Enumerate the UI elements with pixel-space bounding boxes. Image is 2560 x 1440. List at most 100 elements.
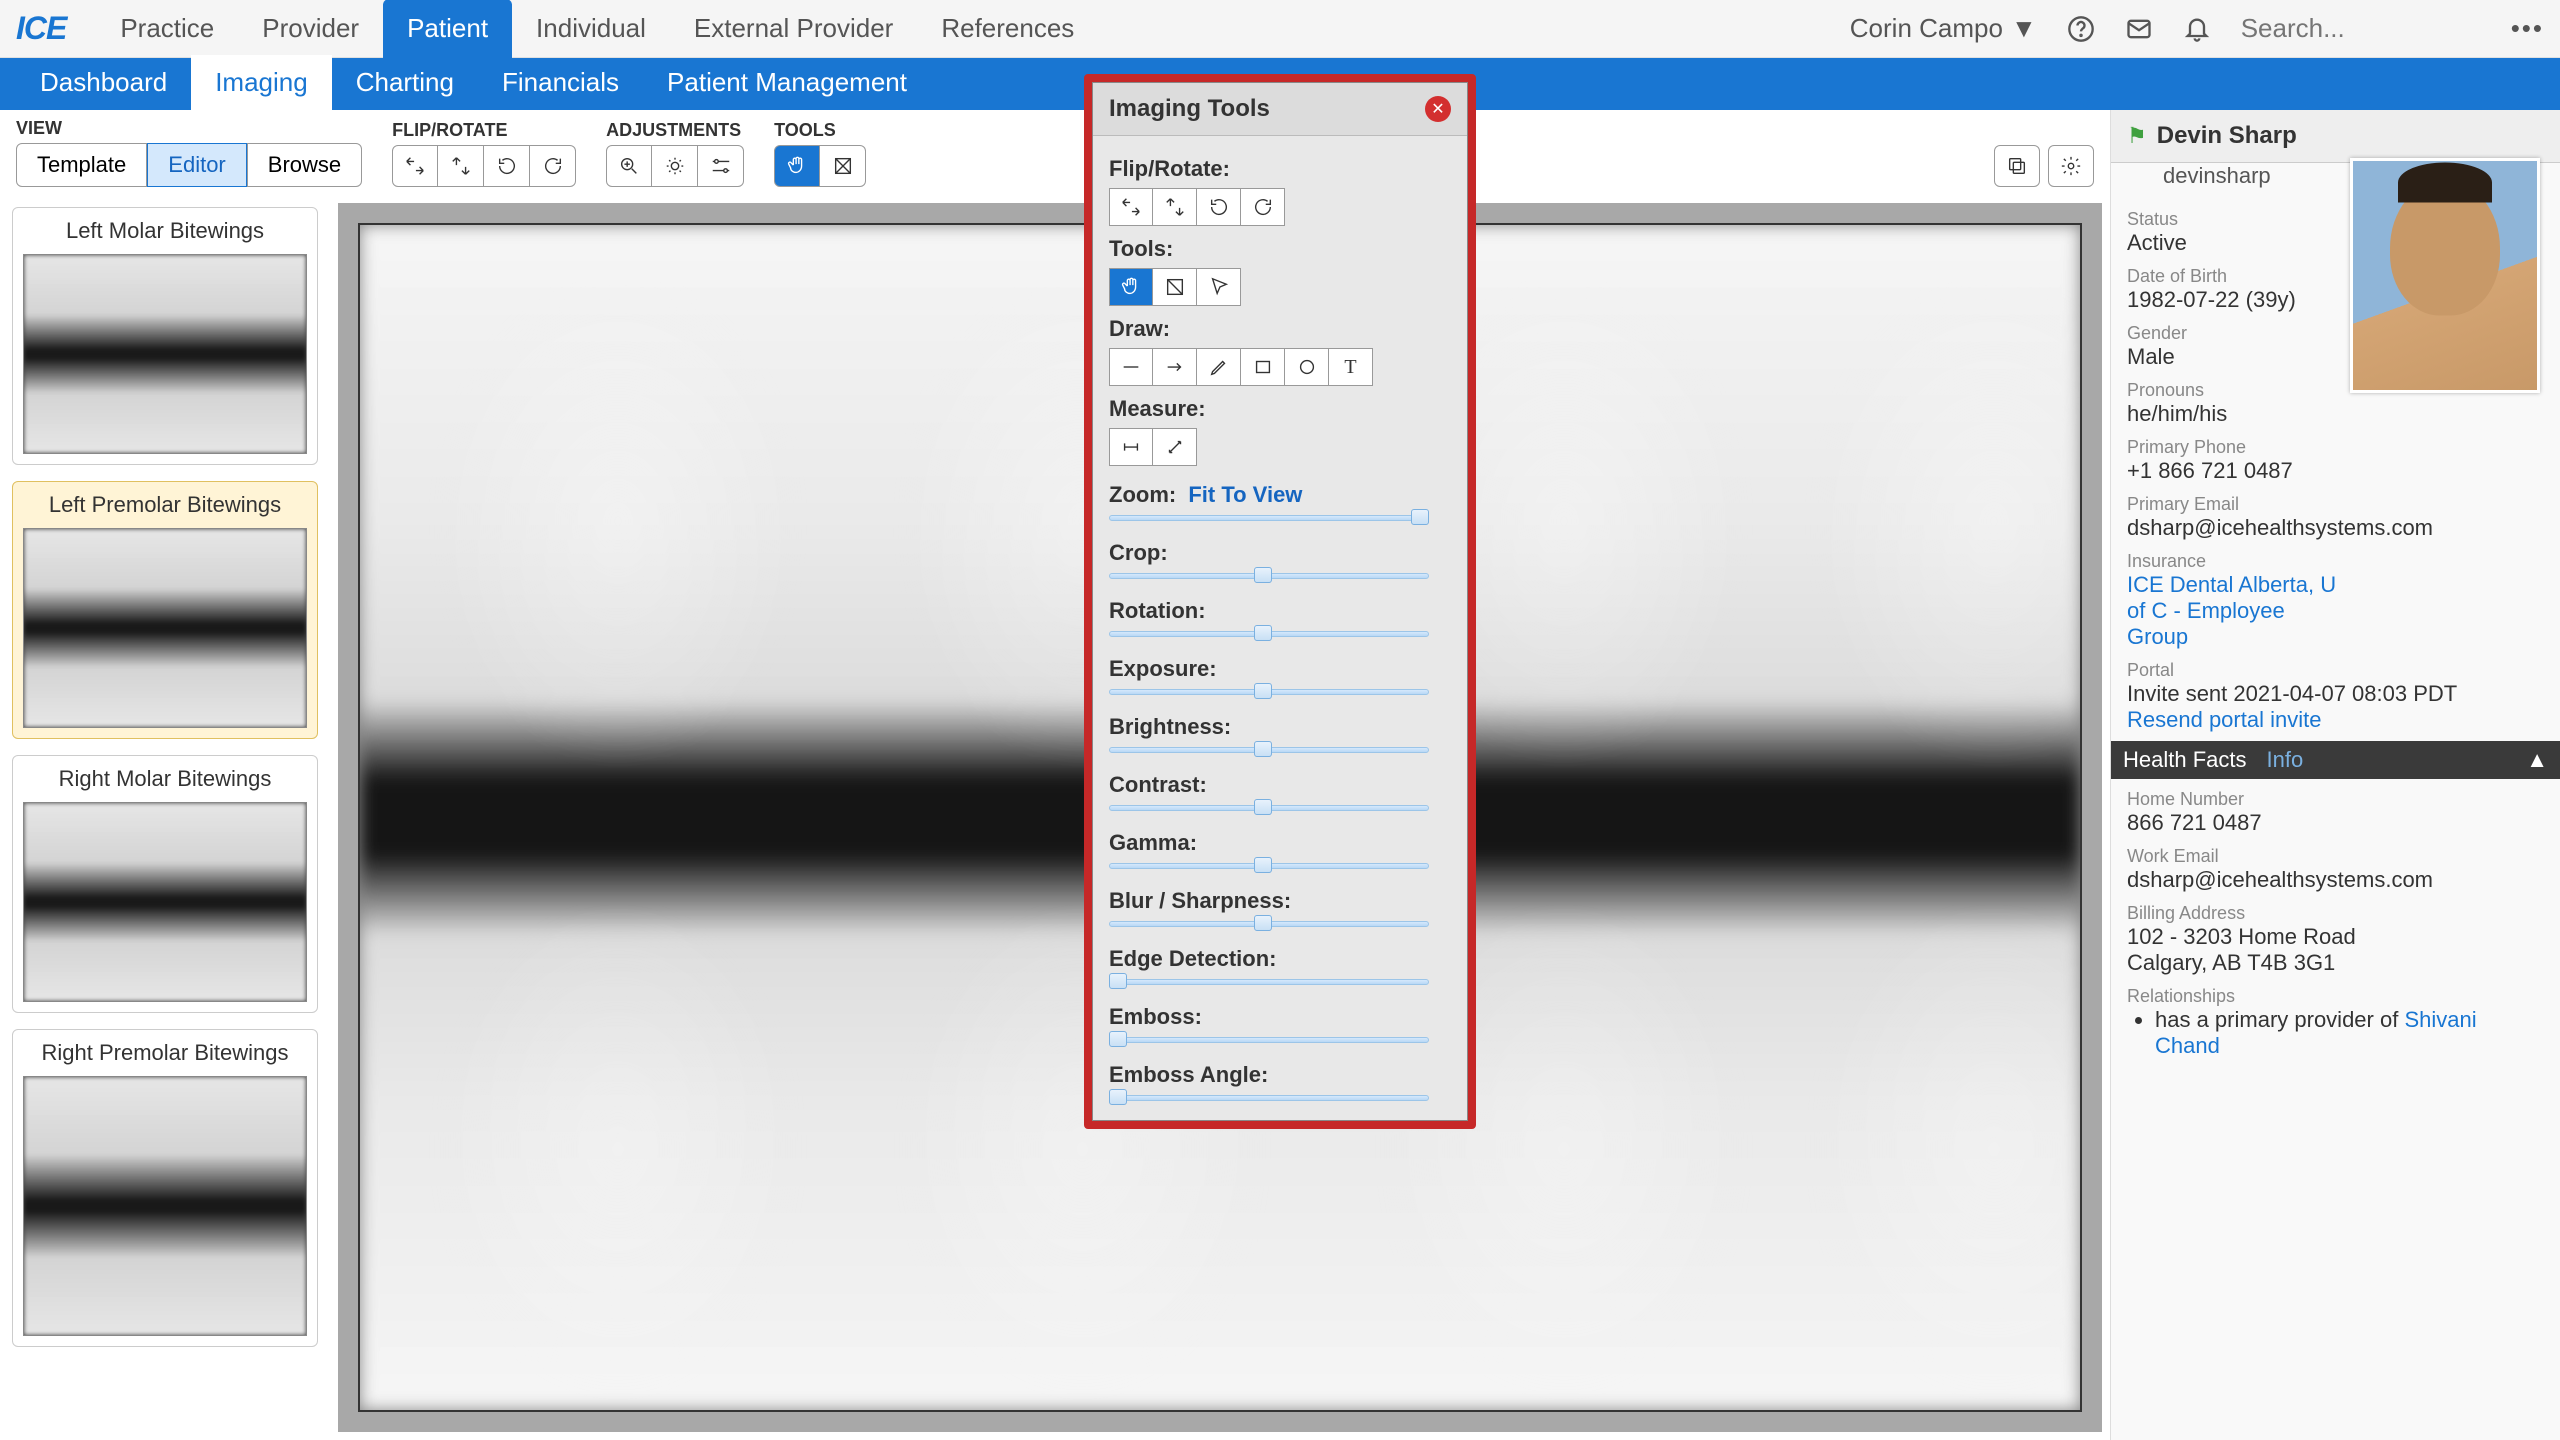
slider-2[interactable]: [1109, 684, 1429, 698]
dlg-flip-h-icon[interactable]: [1109, 188, 1153, 226]
thumb-title: Right Premolar Bitewings: [23, 1040, 307, 1066]
slider-label: Crop:: [1109, 540, 1451, 566]
dlg-text-icon[interactable]: T: [1329, 348, 1373, 386]
thumb-right-molar[interactable]: Right Molar Bitewings: [12, 755, 318, 1013]
pphone-label: Primary Phone: [2127, 437, 2544, 458]
rel-item: has a primary provider of Shivani Chand: [2155, 1007, 2544, 1059]
subtab-imaging[interactable]: Imaging: [191, 55, 332, 113]
slider-label: Gamma:: [1109, 830, 1451, 856]
patient-panel: ⚑ Devin Sharp devinsharp Status Active D…: [2110, 110, 2560, 1440]
dlg-pencil-icon[interactable]: [1197, 348, 1241, 386]
nav-provider[interactable]: Provider: [238, 0, 383, 58]
topbar: ICE Practice Provider Patient Individual…: [0, 0, 2560, 58]
pan-tool-icon[interactable]: [774, 145, 820, 187]
patient-name: Devin Sharp: [2157, 122, 2297, 150]
bell-icon[interactable]: [2183, 15, 2211, 43]
template-button[interactable]: Template: [16, 143, 147, 187]
dlg-arrow-icon[interactable]: [1153, 348, 1197, 386]
slider-3[interactable]: [1109, 742, 1429, 756]
slider-0[interactable]: [1109, 568, 1429, 582]
subtab-dashboard[interactable]: Dashboard: [16, 55, 191, 113]
tab-health-facts[interactable]: Health Facts: [2123, 747, 2247, 773]
thumb-title: Left Premolar Bitewings: [23, 492, 307, 518]
dlg-tools-label: Tools:: [1109, 236, 1451, 262]
view-group-label: VIEW: [16, 118, 362, 139]
dialog-header[interactable]: Imaging Tools ✕: [1093, 83, 1467, 136]
close-icon[interactable]: ✕: [1425, 96, 1451, 122]
slider-9[interactable]: [1109, 1090, 1429, 1104]
subtab-patient-management[interactable]: Patient Management: [643, 55, 931, 113]
copy-icon[interactable]: [1994, 145, 2040, 187]
nav-references[interactable]: References: [917, 0, 1098, 58]
slider-6[interactable]: [1109, 916, 1429, 930]
slider-4[interactable]: [1109, 800, 1429, 814]
slider-5[interactable]: [1109, 858, 1429, 872]
dlg-measure-label: Measure:: [1109, 396, 1451, 422]
dlg-circle-icon[interactable]: [1285, 348, 1329, 386]
health-tabs: Health Facts Info ▲: [2111, 741, 2560, 779]
flip-h-icon[interactable]: [392, 145, 438, 187]
caret-down-icon: ▼: [2011, 13, 2037, 44]
dlg-measure-h-icon[interactable]: [1109, 428, 1153, 466]
nav-individual[interactable]: Individual: [512, 0, 670, 58]
portal-value: Invite sent 2021-04-07 08:03 PDT: [2127, 681, 2544, 707]
browse-button[interactable]: Browse: [247, 143, 362, 187]
app-logo: ICE: [16, 10, 66, 47]
slider-7[interactable]: [1109, 974, 1429, 988]
nav-practice[interactable]: Practice: [96, 0, 238, 58]
slider-8[interactable]: [1109, 1032, 1429, 1046]
more-menu-icon[interactable]: •••: [2511, 13, 2544, 44]
flip-group-label: FLIP/ROTATE: [392, 120, 576, 141]
home-label: Home Number: [2127, 789, 2544, 810]
sliders-icon[interactable]: [698, 145, 744, 187]
dlg-pan-icon[interactable]: [1109, 268, 1153, 306]
collapse-icon[interactable]: ▲: [2526, 747, 2548, 773]
rotate-right-icon[interactable]: [530, 145, 576, 187]
thumb-right-premolar[interactable]: Right Premolar Bitewings: [12, 1029, 318, 1347]
dlg-zoom-value: Fit To View: [1188, 482, 1302, 508]
flip-v-icon[interactable]: [438, 145, 484, 187]
dlg-rect-icon[interactable]: [1241, 348, 1285, 386]
subtab-financials[interactable]: Financials: [478, 55, 643, 113]
search-input[interactable]: [2241, 13, 2481, 44]
slider-1[interactable]: [1109, 626, 1429, 640]
subtab-charting[interactable]: Charting: [332, 55, 478, 113]
slider-label: Contrast:: [1109, 772, 1451, 798]
top-nav: Practice Provider Patient Individual Ext…: [96, 0, 1098, 58]
rotate-left-icon[interactable]: [484, 145, 530, 187]
dlg-rotate-right-icon[interactable]: [1241, 188, 1285, 226]
dlg-measure-diag-icon[interactable]: [1153, 428, 1197, 466]
brightness-icon[interactable]: [652, 145, 698, 187]
thumb-left-molar[interactable]: Left Molar Bitewings: [12, 207, 318, 465]
current-user-menu[interactable]: Corin Campo ▼: [1850, 13, 2037, 44]
dlg-draw-label: Draw:: [1109, 316, 1451, 342]
thumb-image: [23, 1076, 307, 1336]
insurance-link[interactable]: ICE Dental Alberta, U of C - Employee Gr…: [2127, 572, 2347, 650]
slider-label: Brightness:: [1109, 714, 1451, 740]
portal-resend-link[interactable]: Resend portal invite: [2127, 707, 2544, 733]
editor-button[interactable]: Editor: [147, 143, 246, 187]
nav-external-provider[interactable]: External Provider: [670, 0, 917, 58]
thumb-title: Left Molar Bitewings: [23, 218, 307, 244]
zoom-slider[interactable]: [1109, 510, 1429, 524]
dlg-invert-icon[interactable]: [1153, 268, 1197, 306]
patient-photo[interactable]: [2350, 158, 2540, 393]
slider-label: Exposure:: [1109, 656, 1451, 682]
settings-icon[interactable]: [2048, 145, 2094, 187]
nav-patient[interactable]: Patient: [383, 0, 512, 58]
thumb-left-premolar[interactable]: Left Premolar Bitewings: [12, 481, 318, 739]
dlg-line-icon[interactable]: [1109, 348, 1153, 386]
insurance-label: Insurance: [2127, 551, 2544, 572]
imaging-toolbar: VIEW Template Editor Browse FLIP/ROTATE …: [0, 110, 2110, 195]
dlg-rotate-left-icon[interactable]: [1197, 188, 1241, 226]
mail-icon[interactable]: [2125, 15, 2153, 43]
pemail-value: dsharp@icehealthsystems.com: [2127, 515, 2347, 541]
zoom-icon[interactable]: [606, 145, 652, 187]
flag-icon[interactable]: ⚑: [2127, 123, 2147, 149]
invert-tool-icon[interactable]: [820, 145, 866, 187]
dlg-pointer-icon[interactable]: [1197, 268, 1241, 306]
tab-info[interactable]: Info: [2267, 747, 2304, 773]
help-icon[interactable]: [2067, 15, 2095, 43]
dlg-flip-v-icon[interactable]: [1153, 188, 1197, 226]
addr-value-2: Calgary, AB T4B 3G1: [2127, 950, 2544, 976]
